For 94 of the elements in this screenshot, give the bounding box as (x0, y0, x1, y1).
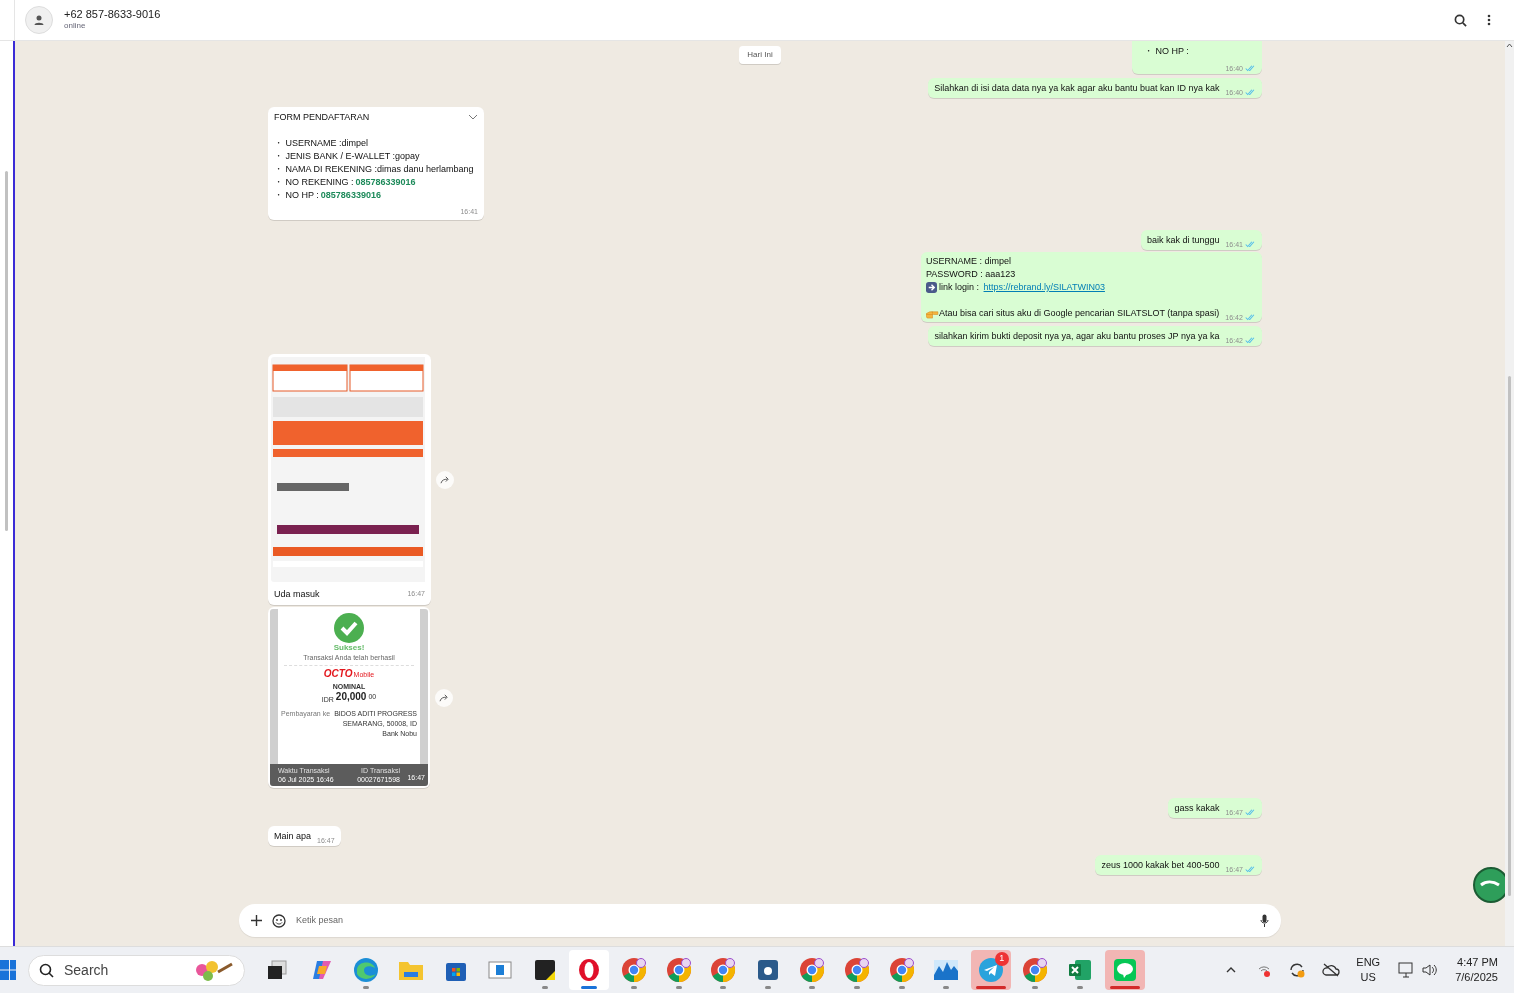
form-field: ・ NO HP : (274, 189, 319, 202)
chrome-icon[interactable] (888, 957, 915, 983)
folder-icon[interactable] (398, 959, 425, 981)
message-text: zeus 1000 kakak bet 400-500 (1101, 859, 1220, 871)
phone-link[interactable]: 085786339016 (320, 189, 381, 202)
success-title: Sukses! (333, 643, 365, 653)
chrome-icon[interactable] (1022, 957, 1049, 983)
running-indicator (720, 986, 727, 989)
sticker-icon (1471, 865, 1505, 903)
excel-icon[interactable] (1068, 958, 1092, 982)
forward-button[interactable] (435, 688, 453, 707)
chat-app-icon[interactable] (1112, 958, 1137, 982)
chrome-icon[interactable] (710, 957, 737, 983)
sticky-note-icon[interactable] (533, 959, 556, 981)
cloud-off-icon[interactable] (1322, 963, 1341, 977)
emoji-icon[interactable] (272, 913, 286, 928)
chevron-down-icon[interactable] (468, 114, 478, 120)
taskbar-app[interactable]: 1 (970, 950, 1011, 990)
notification-badge: 1 (994, 952, 1009, 966)
message-text: ・ NO HP : (1144, 45, 1189, 57)
form-field: ・ USERNAME :dimpel (274, 137, 369, 150)
forward-icon (440, 475, 450, 484)
flowers-icon (194, 958, 234, 982)
running-indicator (809, 986, 816, 989)
chrome-icon[interactable] (799, 957, 826, 983)
chrome-icon[interactable] (665, 957, 692, 983)
region-indicator[interactable]: US (1360, 970, 1376, 985)
date-chip: Hari Ini (739, 46, 781, 64)
chrome-icon[interactable] (844, 957, 870, 983)
message-text: USERNAME : dimpel (926, 255, 1013, 268)
message-composer[interactable]: Ketik pesan (239, 904, 1281, 937)
form-field: ・ JENIS BANK / E-WALLET :gopay (274, 150, 420, 163)
app-icon[interactable] (756, 959, 779, 981)
message-text: baik kak di tunggu (1146, 234, 1220, 246)
running-indicator (541, 986, 548, 989)
windows-start-icon[interactable] (0, 958, 16, 982)
arrow-right-icon (926, 282, 937, 293)
chevron-up-icon[interactable] (1226, 967, 1237, 973)
volume-icon[interactable] (1421, 962, 1440, 978)
contact-status: online (64, 20, 87, 32)
running-indicator (975, 986, 1006, 989)
running-indicator (943, 986, 950, 989)
plus-icon[interactable] (251, 915, 262, 926)
task-view-icon[interactable] (266, 959, 289, 981)
running-indicator (1032, 986, 1039, 989)
language-indicator[interactable]: ENG (1356, 955, 1381, 970)
opera-icon[interactable] (577, 958, 602, 982)
running-indicator (1077, 986, 1083, 989)
running-indicator (898, 986, 905, 989)
running-indicator (581, 986, 598, 989)
message-text: PASSWORD : aaa123 (926, 268, 1017, 281)
message-text: Main apa (274, 830, 312, 842)
form-field: ・ NO REKENING : (274, 176, 354, 189)
pointing-hand-icon (926, 310, 939, 319)
edge-icon[interactable] (353, 957, 380, 983)
phone-link[interactable]: 085786339016 (355, 176, 416, 189)
scroll-up-icon[interactable] (1506, 43, 1513, 48)
message-text: Atau bisa cari situs aku di Google pencarian SILATSLOT (tanpa spasi) (939, 307, 1220, 319)
forward-button[interactable] (436, 470, 454, 489)
message-text: silahkan kirim bukti deposit nya ya, agar aku bantu proses JP nya ya ka (934, 330, 1220, 342)
running-indicator (675, 986, 682, 989)
search-field[interactable]: Search (28, 954, 245, 986)
clock-time[interactable]: 4:47 PM (1457, 955, 1498, 970)
microphone-icon[interactable] (1260, 914, 1269, 927)
message-text: gass kakak (1174, 802, 1220, 814)
chart-window-icon[interactable] (933, 959, 960, 981)
running-indicator (363, 986, 370, 989)
form-field: ・ NAMA DI REKENING :dimas danu herlambang (274, 163, 474, 176)
chrome-icon[interactable] (621, 957, 648, 983)
message-input[interactable]: Ketik pesan (296, 913, 1250, 928)
check-circle-icon (334, 613, 364, 643)
amount: 20,000 (335, 691, 367, 702)
running-indicator (631, 986, 638, 989)
sync-icon[interactable] (1288, 961, 1307, 979)
running-indicator (854, 986, 860, 989)
login-link[interactable]: https://rebrand.ly/SILATWIN03 (983, 281, 1105, 294)
forward-icon (439, 693, 449, 702)
menu-icon[interactable] (1487, 14, 1491, 26)
brand-logo: OCTO (323, 669, 353, 679)
clock-date[interactable]: 7/6/2025 (1455, 970, 1498, 985)
running-indicator (1109, 986, 1140, 989)
search-icon[interactable] (1454, 13, 1467, 27)
running-indicator (764, 986, 771, 989)
scrollbar[interactable] (5, 171, 8, 531)
window-icon[interactable] (488, 960, 513, 980)
message-text: link login : (939, 281, 981, 294)
scrollbar[interactable] (1508, 376, 1511, 896)
contact-name: +62 857-8633-9016 (64, 8, 161, 20)
message-text: Silahkan di isi data data nya ya kak agar aku bantu buat kan ID nya kak (934, 82, 1220, 94)
avatar-icon[interactable] (25, 6, 53, 34)
form-title: FORM PENDAFTARAN (274, 111, 370, 123)
search-icon (39, 962, 54, 978)
image-caption: Uda masuk (274, 588, 320, 600)
telegram-icon[interactable] (977, 957, 1004, 983)
